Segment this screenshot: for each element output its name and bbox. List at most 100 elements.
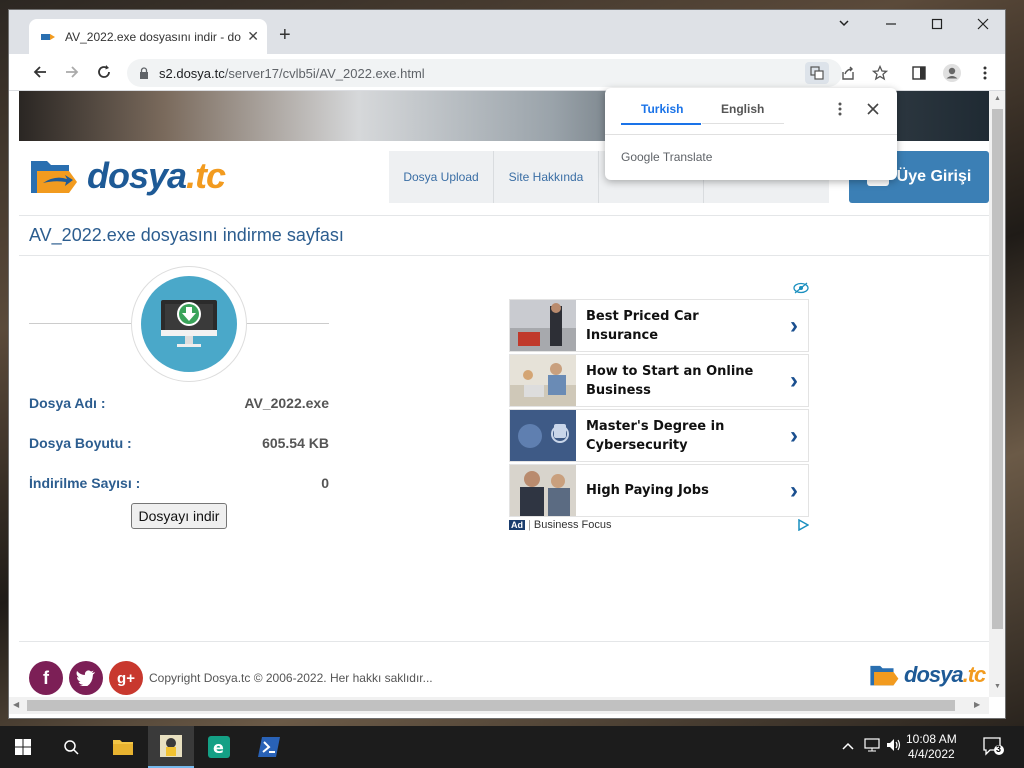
chevron-right-icon: ›: [790, 476, 798, 504]
app-icon-active[interactable]: [148, 726, 194, 768]
divider: [19, 255, 989, 256]
translate-lang-english[interactable]: English: [721, 102, 764, 116]
profile-avatar-icon[interactable]: [942, 63, 962, 83]
ad-panel: Best Priced Car Insurance › How to Start…: [509, 281, 809, 531]
footer-logo[interactable]: dosya.tc: [869, 661, 986, 689]
ad-thumbnail-car: [510, 300, 576, 351]
ad-title: Best Priced Car Insurance: [586, 308, 699, 343]
system-clock[interactable]: 10:08 AM 4/4/2022: [906, 732, 957, 762]
lock-icon: [140, 67, 148, 79]
translate-lang-turkish[interactable]: Turkish: [641, 102, 683, 116]
share-icon[interactable]: [838, 63, 858, 83]
ad-item[interactable]: High Paying Jobs ›: [509, 464, 809, 517]
ad-attribution: Ad | Business Focus: [509, 519, 809, 531]
adchoices-icon[interactable]: [509, 281, 809, 299]
active-tab-indicator: [621, 123, 701, 125]
google-plus-icon[interactable]: g+: [109, 661, 143, 695]
download-graphic: [131, 266, 247, 382]
file-size-value: 605.54 KB: [262, 435, 329, 451]
close-window-icon[interactable]: [976, 16, 990, 35]
scroll-right-icon[interactable]: ▶: [974, 700, 980, 709]
ad-item[interactable]: How to Start an Online Business ›: [509, 354, 809, 407]
ad-badge: Ad: [509, 520, 525, 530]
divider: [19, 641, 989, 642]
monitor-download-icon: [161, 300, 217, 347]
translate-close-icon[interactable]: [867, 102, 879, 120]
network-icon[interactable]: [864, 738, 880, 755]
url-text: s2.dosya.tc/server17/cvlb5i/AV_2022.exe.…: [159, 65, 425, 81]
show-hidden-icons-icon[interactable]: [842, 738, 854, 753]
google-translate-brand: Google Translate: [621, 150, 713, 164]
scroll-up-icon[interactable]: ▲: [994, 95, 1001, 102]
bookmark-star-icon[interactable]: [870, 63, 890, 83]
menu-item-upload[interactable]: Dosya Upload: [389, 151, 494, 203]
download-count-label: İndirilme Sayısı :: [29, 475, 141, 491]
page-title: AV_2022.exe dosyasını indirme sayfası: [29, 225, 344, 245]
scrollbar-thumb[interactable]: [992, 109, 1003, 629]
clock-time: 10:08 AM: [906, 732, 957, 746]
chevron-right-icon: ›: [790, 366, 798, 394]
scroll-down-icon[interactable]: ▼: [994, 683, 1001, 690]
ad-title: High Paying Jobs: [586, 483, 709, 498]
translate-options-icon[interactable]: [838, 102, 842, 121]
notification-center-icon[interactable]: 3: [982, 736, 1004, 759]
translate-icon[interactable]: [805, 62, 829, 84]
menu-kebab-icon[interactable]: [975, 63, 995, 83]
maximize-icon[interactable]: [930, 16, 944, 35]
download-count-value: 0: [321, 475, 329, 491]
windows-start-icon[interactable]: [0, 726, 46, 768]
copyright-text: Copyright Dosya.tc © 2006-2022. Her hakk…: [149, 671, 433, 685]
footer-logo-wordmark: dosya.tc: [904, 662, 986, 687]
tab-search-icon[interactable]: [837, 16, 851, 35]
scroll-left-icon[interactable]: ◀: [13, 700, 19, 709]
menu-item-about[interactable]: Site Hakkında: [494, 151, 599, 203]
taskbar: e 10:08 AM 4/4/2022 3: [0, 726, 1024, 768]
ad-thumbnail-jobs: [510, 465, 576, 516]
tab-title: AV_2022.exe dosyasını indir - do: [65, 29, 241, 44]
ad-thumbnail-cyber: [510, 410, 576, 461]
notification-count: 3: [996, 744, 1002, 754]
favicon-icon: [41, 33, 55, 40]
translate-popup: Turkish English Google Translate: [605, 88, 897, 180]
minimize-icon[interactable]: [884, 16, 898, 35]
browser-tab[interactable]: AV_2022.exe dosyasını indir - do ✕: [29, 19, 267, 54]
page-viewport: dosya.tc Dosya Upload Site Hakkında Üye …: [9, 91, 989, 697]
volume-icon[interactable]: [886, 738, 902, 755]
facebook-icon[interactable]: f: [29, 661, 63, 695]
browser-toolbar: s2.dosya.tc/server17/cvlb5i/AV_2022.exe.…: [9, 54, 1005, 91]
logo-wordmark: dosya.tc: [87, 155, 226, 196]
vertical-scrollbar[interactable]: ▲ ▼: [989, 91, 1005, 697]
address-bar[interactable]: s2.dosya.tc/server17/cvlb5i/AV_2022.exe.…: [127, 59, 842, 87]
ad-play-icon[interactable]: [797, 519, 809, 531]
side-panel-icon[interactable]: [909, 63, 929, 83]
divider: [605, 134, 897, 135]
ad-title: Master's Degree in Cybersecurity: [586, 418, 725, 453]
tab-strip: AV_2022.exe dosyasını indir - do ✕ +: [9, 10, 1005, 54]
scrollbar-thumb[interactable]: [27, 700, 955, 711]
site-container: dosya.tc Dosya Upload Site Hakkında Üye …: [19, 141, 989, 697]
back-icon[interactable]: [29, 61, 51, 83]
divider: [19, 215, 989, 216]
new-tab-icon[interactable]: +: [279, 24, 291, 47]
logo-folder-icon: [31, 161, 77, 193]
chevron-right-icon: ›: [790, 311, 798, 339]
reload-icon[interactable]: [93, 61, 115, 83]
horizontal-scrollbar[interactable]: ◀ ▶: [9, 697, 989, 714]
powershell-icon[interactable]: [246, 726, 292, 768]
search-icon[interactable]: [48, 726, 94, 768]
ad-item[interactable]: Best Priced Car Insurance ›: [509, 299, 809, 352]
twitter-icon[interactable]: [69, 661, 103, 695]
forward-icon[interactable]: [61, 61, 83, 83]
file-name-row: Dosya Adı : AV_2022.exe: [29, 395, 329, 411]
file-explorer-icon[interactable]: [100, 726, 146, 768]
edge-browser-icon[interactable]: e: [196, 726, 242, 768]
ad-source[interactable]: Business Focus: [534, 519, 612, 531]
close-tab-icon[interactable]: ✕: [247, 28, 259, 45]
site-logo[interactable]: dosya.tc: [29, 153, 226, 199]
browser-window: AV_2022.exe dosyasını indir - do ✕ + s2.…: [8, 9, 1006, 719]
file-name-label: Dosya Adı :: [29, 395, 106, 411]
logo-folder-icon: [870, 665, 899, 686]
ad-item[interactable]: Master's Degree in Cybersecurity ›: [509, 409, 809, 462]
download-count-row: İndirilme Sayısı : 0: [29, 475, 329, 491]
download-file-button[interactable]: Dosyayı indir: [131, 503, 227, 529]
